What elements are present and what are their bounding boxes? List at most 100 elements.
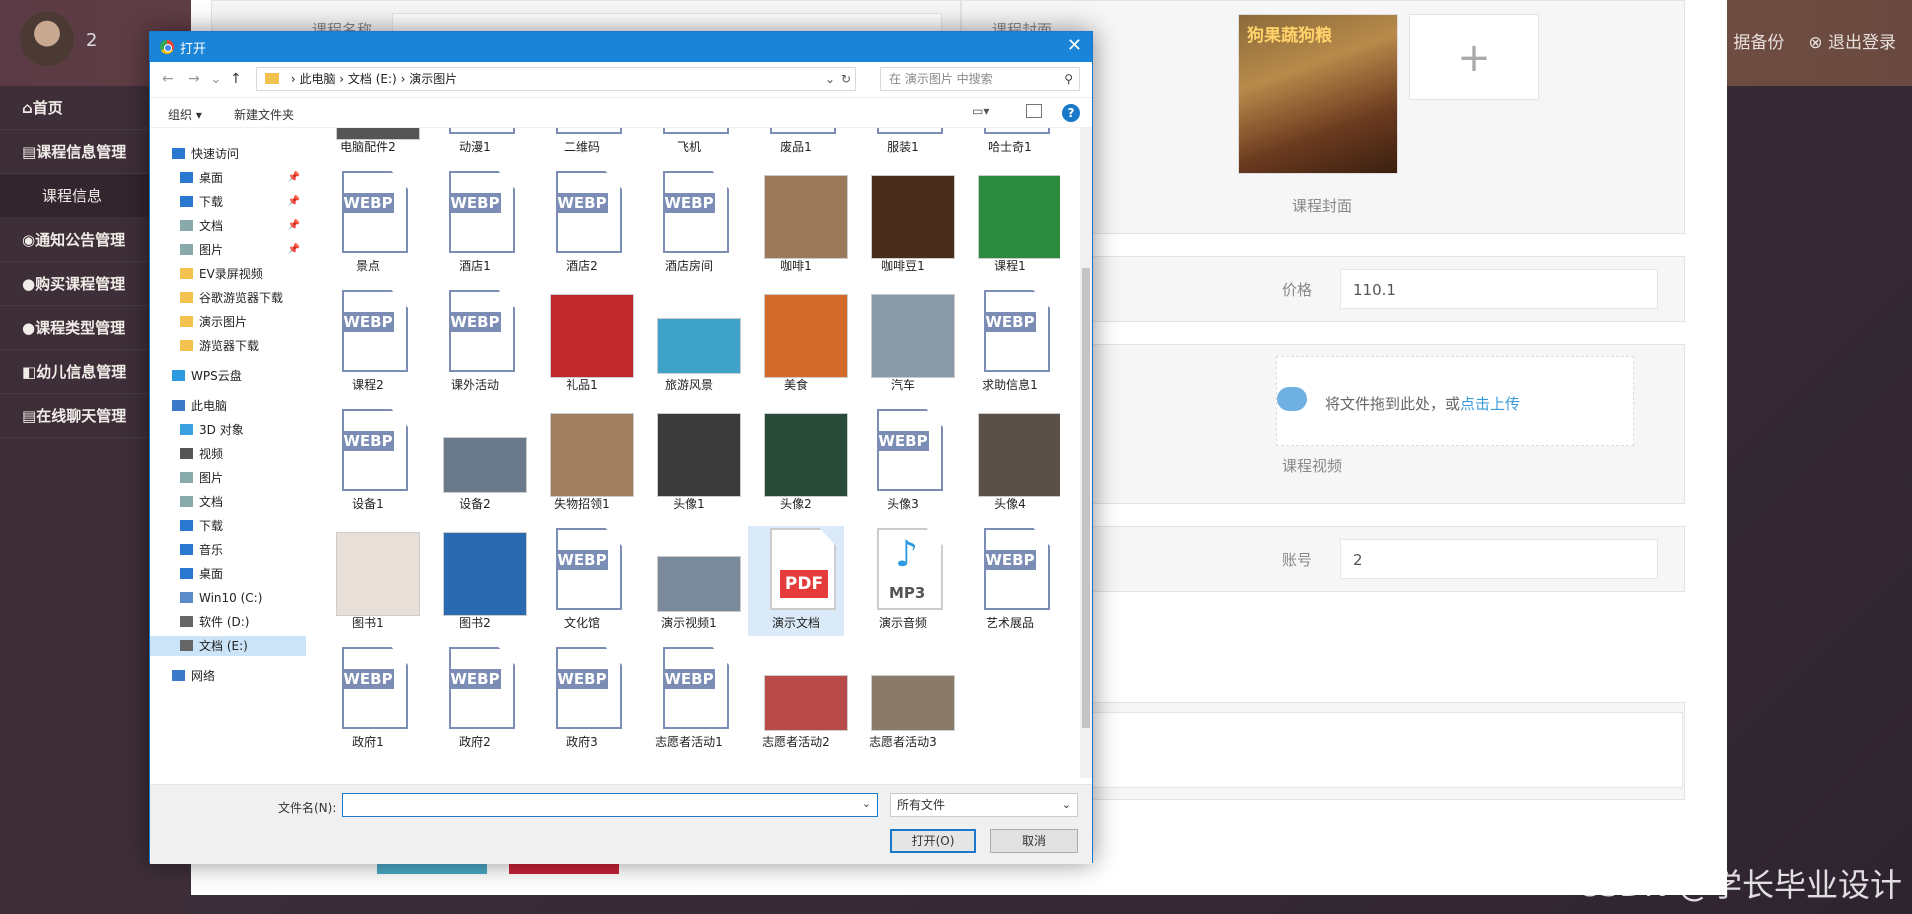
up-icon[interactable]: ↑ xyxy=(230,71,242,87)
nav-item[interactable]: 文档 📌 xyxy=(150,216,306,236)
file-item[interactable]: WEBP 服装1 xyxy=(855,128,951,160)
video-upload-area[interactable]: 将文件拖到此处，或点击上传 xyxy=(1276,356,1634,446)
nav-item[interactable]: 音乐 xyxy=(150,540,306,560)
chevron-down-icon[interactable]: ⌄ xyxy=(825,68,835,90)
file-item[interactable]: WEBP 哈士奇1 xyxy=(962,128,1058,160)
filetype-select[interactable]: 所有文件 ⌄ xyxy=(890,793,1078,817)
file-item[interactable]: 志愿者活动3 xyxy=(855,645,955,755)
add-cover-button[interactable]: + xyxy=(1409,14,1539,100)
file-item[interactable]: PDF 演示文档 xyxy=(748,526,844,636)
file-item[interactable]: WEBP 政府2 xyxy=(427,645,523,755)
nav-item[interactable]: 桌面 xyxy=(150,564,306,584)
file-item[interactable]: WEBP 政府3 xyxy=(534,645,630,755)
file-item[interactable]: 电脑配件2 xyxy=(320,128,420,160)
nav-item[interactable]: 此电脑 xyxy=(150,396,306,416)
nav-item[interactable]: 图片 📌 xyxy=(150,240,306,260)
nav-item[interactable]: 图片 xyxy=(150,468,306,488)
address-bar[interactable]: › 此电脑 › 文档 (E:) › 演示图片 ⌄ ↻ xyxy=(256,67,856,91)
file-item[interactable]: WEBP 课程2 xyxy=(320,288,416,398)
nav-item[interactable]: 文档 (E:) xyxy=(150,636,306,656)
avatar[interactable] xyxy=(20,12,74,66)
nav-item[interactable]: 演示图片 xyxy=(150,312,306,332)
file-item[interactable]: WEBP 志愿者活动1 xyxy=(641,645,737,755)
close-icon[interactable]: ✕ xyxy=(1067,35,1082,56)
back-icon[interactable]: ← xyxy=(162,71,174,87)
file-item[interactable]: 旅游风景 xyxy=(641,288,741,398)
file-item[interactable]: 设备2 xyxy=(427,407,527,517)
file-item[interactable]: 汽车 xyxy=(855,288,955,398)
file-item[interactable]: 志愿者活动2 xyxy=(748,645,848,755)
file-item[interactable]: 美食 xyxy=(748,288,848,398)
chevron-down-icon[interactable]: ⌄ xyxy=(862,797,871,810)
preview-pane-icon[interactable] xyxy=(1026,104,1042,118)
nav-item[interactable]: 桌面 📌 xyxy=(150,168,306,188)
file-item[interactable]: WEBP 政府1 xyxy=(320,645,416,755)
filename-input[interactable]: ⌄ xyxy=(342,793,878,817)
nav-item[interactable]: 快速访问 xyxy=(150,144,306,164)
search-input[interactable]: 在 演示图片 中搜索 ⚲ xyxy=(880,67,1080,91)
nav-item[interactable]: 3D 对象 xyxy=(150,420,306,440)
nav-item[interactable]: 视频 xyxy=(150,444,306,464)
nav-item[interactable]: EV录屏视频 xyxy=(150,264,306,284)
breadcrumb-item[interactable]: 演示图片 xyxy=(409,72,457,86)
file-item[interactable]: ♪ MP3 演示音频 xyxy=(855,526,951,636)
forward-icon[interactable]: → xyxy=(188,71,200,87)
nav-item[interactable]: WPS云盘 xyxy=(150,366,306,386)
description-textarea[interactable] xyxy=(1085,712,1683,788)
chevron-down-icon[interactable]: ⌄ xyxy=(210,71,222,87)
account-input[interactable]: 2 xyxy=(1340,539,1658,579)
scrollbar-thumb[interactable] xyxy=(1082,268,1090,728)
view-icon[interactable]: ▭▾ xyxy=(972,104,989,118)
file-item[interactable]: 课程1 xyxy=(962,169,1060,279)
file-item[interactable]: 头像2 xyxy=(748,407,848,517)
nav-item[interactable]: Win10 (C:) xyxy=(150,588,306,608)
help-icon[interactable]: ? xyxy=(1062,104,1080,122)
file-item[interactable]: WEBP 飞机 xyxy=(641,128,737,160)
nav-item[interactable]: 软件 (D:) xyxy=(150,612,306,632)
nav-item[interactable]: 网络 xyxy=(150,666,306,686)
new-folder-button[interactable]: 新建文件夹 xyxy=(234,106,294,123)
nav-item[interactable]: 文档 xyxy=(150,492,306,512)
file-item[interactable]: 图书2 xyxy=(427,526,527,636)
file-item[interactable]: WEBP 求助信息1 xyxy=(962,288,1058,398)
open-button[interactable]: 打开(O) xyxy=(890,829,976,853)
file-item[interactable]: 咖啡1 xyxy=(748,169,848,279)
nav-item[interactable]: 下载 xyxy=(150,516,306,536)
file-item[interactable]: WEBP 酒店2 xyxy=(534,169,630,279)
refresh-icon[interactable]: ↻ xyxy=(841,68,851,90)
dialog-cancel-button[interactable]: 取消 xyxy=(990,829,1078,853)
nav-item[interactable]: 下载 📌 xyxy=(150,192,306,212)
file-item[interactable]: 演示视频1 xyxy=(641,526,741,636)
dialog-titlebar[interactable]: 打开 ✕ xyxy=(150,32,1092,62)
file-item[interactable]: WEBP 动漫1 xyxy=(427,128,523,160)
file-item[interactable]: 失物招领1 xyxy=(534,407,634,517)
cover-image[interactable]: 狗果蔬狗粮 xyxy=(1238,14,1398,174)
breadcrumb-item[interactable]: 文档 (E:) xyxy=(348,72,397,86)
upload-link[interactable]: 点击上传 xyxy=(1460,395,1520,413)
file-name: 图书2 xyxy=(459,616,491,630)
file-item[interactable]: WEBP 文化馆 xyxy=(534,526,630,636)
nav-item[interactable]: 谷歌游览器下载 xyxy=(150,288,306,308)
file-item[interactable]: WEBP 废品1 xyxy=(748,128,844,160)
file-item[interactable]: WEBP 设备1 xyxy=(320,407,416,517)
breadcrumb-item[interactable]: 此电脑 xyxy=(299,72,335,86)
file-item[interactable]: WEBP 头像3 xyxy=(855,407,951,517)
file-item[interactable]: WEBP 课外活动 xyxy=(427,288,523,398)
nav-item[interactable]: 游览器下载 xyxy=(150,336,306,356)
file-item[interactable]: 咖啡豆1 xyxy=(855,169,955,279)
backup-link[interactable]: 据备份 xyxy=(1733,28,1784,53)
file-item[interactable]: WEBP 酒店1 xyxy=(427,169,523,279)
file-item[interactable]: WEBP 酒店房间 xyxy=(641,169,737,279)
organize-button[interactable]: 组织 ▾ xyxy=(168,106,202,123)
file-item[interactable]: 头像4 xyxy=(962,407,1060,517)
webp-file-icon: WEBP xyxy=(984,290,1050,372)
file-item[interactable]: 头像1 xyxy=(641,407,741,517)
file-item[interactable]: WEBP 二维码 xyxy=(534,128,630,160)
scrollbar[interactable] xyxy=(1080,128,1092,778)
logout-link[interactable]: ⊗ 退出登录 xyxy=(1808,28,1896,53)
file-item[interactable]: 图书1 xyxy=(320,526,420,636)
file-item[interactable]: 礼品1 xyxy=(534,288,634,398)
price-input[interactable]: 110.1 xyxy=(1340,269,1658,309)
file-item[interactable]: WEBP 景点 xyxy=(320,169,416,279)
file-item[interactable]: WEBP 艺术展品 xyxy=(962,526,1058,636)
